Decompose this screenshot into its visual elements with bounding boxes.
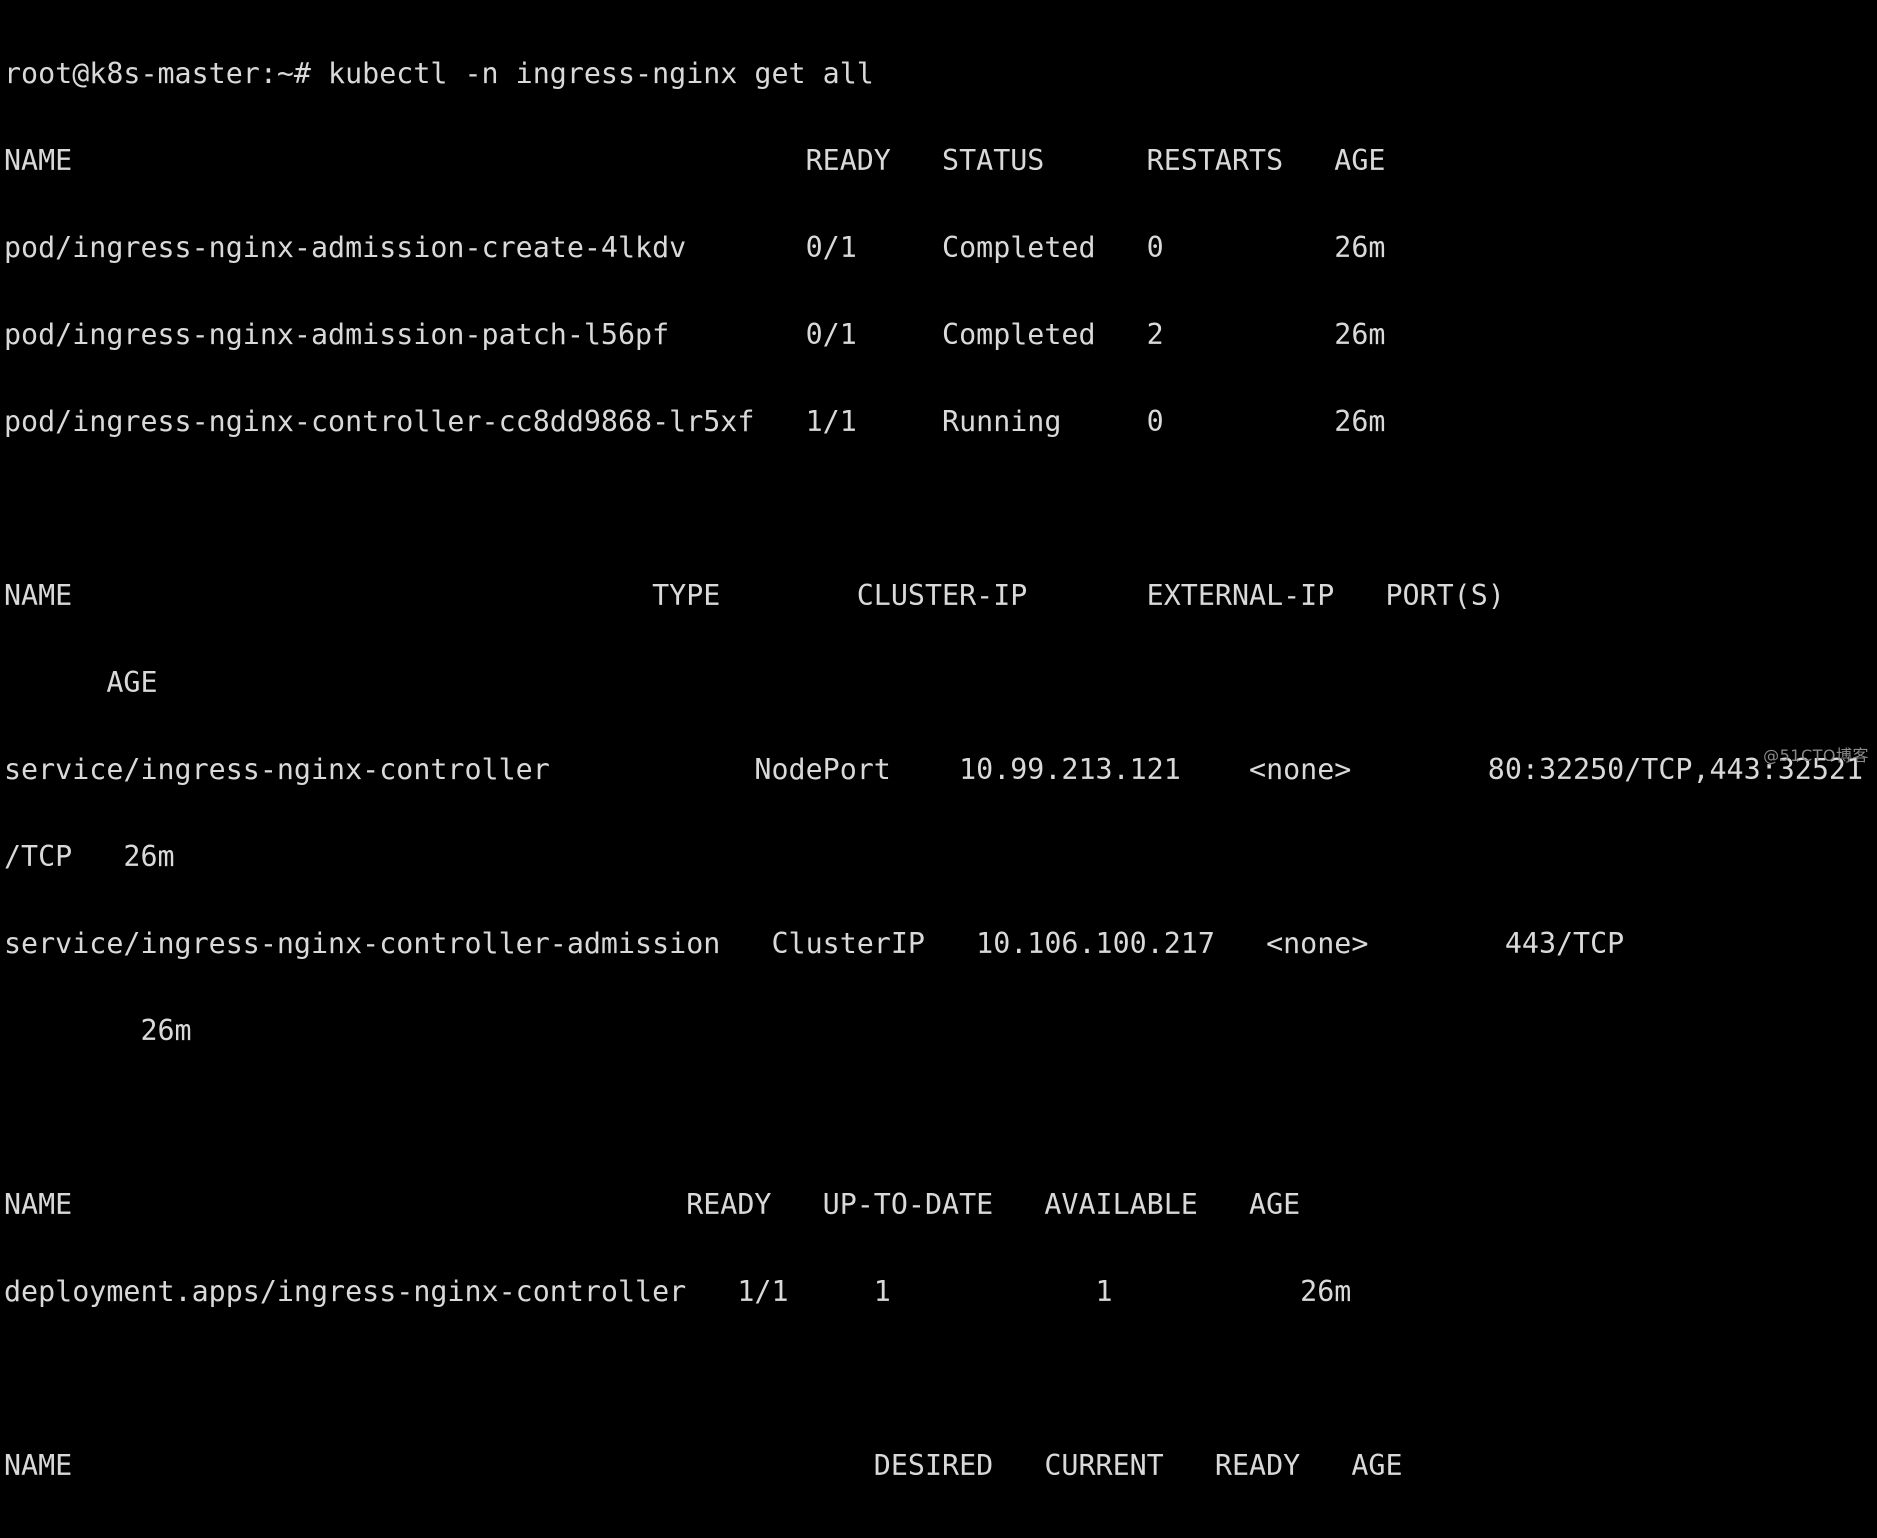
terminal-line-service-row: service/ingress-nginx-controller NodePor… (4, 753, 1863, 786)
terminal-line-pod-row: pod/ingress-nginx-controller-cc8dd9868-l… (4, 405, 1386, 438)
terminal-screen[interactable]: root@k8s-master:~# kubectl -n ingress-ng… (4, 1, 1863, 1538)
terminal-window[interactable]: root@k8s-master:~# kubectl -n ingress-ng… (0, 0, 1877, 1480)
terminal-line-service-row: service/ingress-nginx-controller-admissi… (4, 927, 1625, 960)
terminal-line-deployments-header: NAME READY UP-TO-DATE AVAILABLE AGE (4, 1188, 1301, 1221)
terminal-line-services-header-wrap: AGE (4, 666, 158, 699)
terminal-line-service-row-wrap: /TCP 26m (4, 840, 175, 873)
terminal-line-pods-header: NAME READY STATUS RESTARTS AGE (4, 144, 1386, 177)
terminal-line-replicasets-header: NAME DESIRED CURRENT READY AGE (4, 1449, 1403, 1482)
watermark: @51CTO博客 (1763, 746, 1869, 765)
terminal-line-pod-row: pod/ingress-nginx-admission-create-4lkdv… (4, 231, 1386, 264)
terminal-line-service-row-wrap: 26m (4, 1014, 192, 1047)
terminal-line-services-header: NAME TYPE CLUSTER-IP EXTERNAL-IP PORT(S) (4, 579, 1505, 612)
terminal-line-command-prompt: root@k8s-master:~# kubectl -n ingress-ng… (4, 57, 874, 90)
terminal-line-pod-row: pod/ingress-nginx-admission-patch-l56pf … (4, 318, 1386, 351)
terminal-line-deployment-row: deployment.apps/ingress-nginx-controller… (4, 1275, 1352, 1308)
